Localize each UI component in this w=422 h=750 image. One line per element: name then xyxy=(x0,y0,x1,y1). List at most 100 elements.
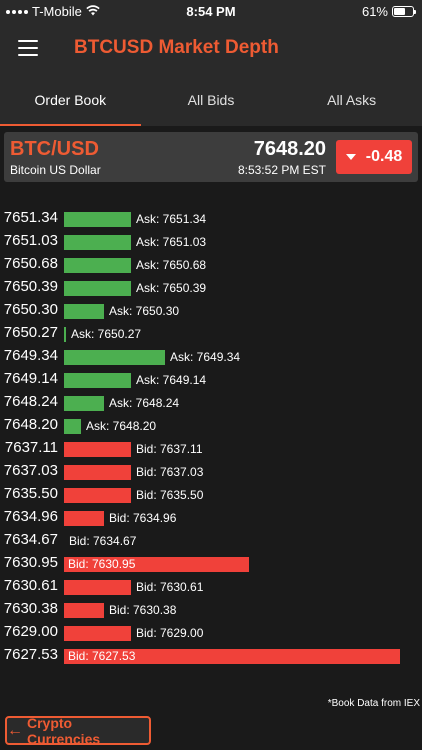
ask-depth-bar xyxy=(64,235,131,250)
order-book-row: 7648.20 Ask: 7648.20 xyxy=(0,415,422,438)
order-book-row: 7650.39 Ask: 7650.39 xyxy=(0,277,422,300)
order-price: 7629.00 xyxy=(3,623,58,640)
ticker-card: BTC/USD Bitcoin US Dollar 7648.20 8:53:5… xyxy=(4,132,418,182)
page-title: BTCUSD Market Depth xyxy=(74,37,279,58)
order-label: Ask: 7650.68 xyxy=(136,258,207,272)
order-book-row: 7627.53 Bid: 7627.53 xyxy=(0,645,422,668)
order-book-row: 7648.24 Ask: 7648.24 xyxy=(0,392,422,415)
bid-depth-bar xyxy=(64,465,131,480)
order-label: Bid: 7637.03 xyxy=(136,465,204,479)
order-price: 7651.03 xyxy=(3,232,58,249)
order-label: Bid: 7627.53 xyxy=(68,649,136,663)
order-label: Bid: 7634.96 xyxy=(109,511,177,525)
order-book-row: 7637.11 Bid: 7637.11 xyxy=(0,438,422,461)
battery-percent: 61% xyxy=(361,4,388,19)
ask-depth-bar xyxy=(64,350,165,365)
ticker-symbol: BTC/USD xyxy=(10,138,99,160)
bid-depth-bar xyxy=(64,626,131,641)
order-label: Ask: 7650.39 xyxy=(136,281,207,295)
data-source-note: *Book Data from IEX xyxy=(327,698,420,709)
tab-all-bids[interactable]: All Bids xyxy=(141,74,282,126)
order-label: Bid: 7630.38 xyxy=(109,603,177,617)
tab-order-book[interactable]: Order Book xyxy=(0,74,141,126)
order-price: 7630.38 xyxy=(3,600,58,617)
ticker-price: 7648.20 xyxy=(253,138,326,160)
order-price: 7651.34 xyxy=(3,209,58,226)
order-price: 7650.27 xyxy=(3,324,58,341)
bid-depth-bar xyxy=(64,580,131,595)
nav-bar: BTCUSD Market Depth xyxy=(0,24,422,74)
order-label: Bid: 7635.50 xyxy=(136,488,204,502)
ask-depth-bar xyxy=(64,281,131,296)
order-label: Bid: 7629.00 xyxy=(136,626,204,640)
order-book-row: 7629.00 Bid: 7629.00 xyxy=(0,622,422,645)
order-price: 7650.39 xyxy=(3,278,58,295)
order-label: Bid: 7630.61 xyxy=(136,580,204,594)
order-price: 7648.20 xyxy=(3,416,58,433)
order-price: 7650.30 xyxy=(3,301,58,318)
order-price: 7649.34 xyxy=(3,347,58,364)
order-label: Ask: 7650.27 xyxy=(71,327,142,341)
order-price: 7637.03 xyxy=(3,462,58,479)
crypto-currencies-button[interactable]: ← Crypto Currencies xyxy=(5,714,151,747)
order-book-row: 7651.03 Ask: 7651.03 xyxy=(0,231,422,254)
order-price: 7630.95 xyxy=(3,554,58,571)
order-price: 7634.96 xyxy=(3,508,58,525)
arrow-left-icon: ← xyxy=(7,721,23,739)
order-book-row: 7634.96 Bid: 7634.96 xyxy=(0,507,422,530)
order-label: Ask: 7649.14 xyxy=(136,373,207,387)
order-label: Bid: 7630.95 xyxy=(68,557,136,571)
tab-all-asks[interactable]: All Asks xyxy=(281,74,422,126)
order-label: Ask: 7648.20 xyxy=(86,419,157,433)
order-price: 7648.24 xyxy=(3,393,58,410)
order-price: 7627.53 xyxy=(3,646,58,663)
order-price: 7650.68 xyxy=(3,255,58,272)
order-price: 7637.11 xyxy=(4,439,58,456)
back-button-label: Crypto Currencies xyxy=(27,714,101,747)
caret-down-icon xyxy=(345,154,356,160)
order-book-row: 7650.27 Ask: 7650.27 xyxy=(0,323,422,346)
ask-depth-bar xyxy=(64,258,131,273)
ask-depth-bar xyxy=(64,327,66,342)
tab-bar: Order Book All Bids All Asks xyxy=(0,74,422,126)
order-book-row: 7635.50 Bid: 7635.50 xyxy=(0,484,422,507)
ask-depth-bar xyxy=(64,419,81,434)
order-label: Bid: 7637.11 xyxy=(136,442,203,456)
order-book-row: 7649.14 Ask: 7649.14 xyxy=(0,369,422,392)
ticker-time: 8:53:52 PM EST xyxy=(237,163,326,177)
order-price: 7634.67 xyxy=(3,531,58,548)
ask-depth-bar xyxy=(64,373,131,388)
bid-depth-bar xyxy=(64,511,104,526)
order-label: Ask: 7648.24 xyxy=(109,396,180,410)
battery-icon xyxy=(392,6,416,17)
order-label: Ask: 7649.34 xyxy=(170,350,241,364)
ask-depth-bar xyxy=(64,212,131,227)
order-label: Ask: 7651.34 xyxy=(136,212,207,226)
bid-depth-bar xyxy=(64,488,131,503)
order-label: Bid: 7634.67 xyxy=(69,534,137,548)
order-book: 7651.34 Ask: 7651.34 7651.03 Ask: 7651.03 76… xyxy=(0,208,422,668)
order-book-row: 7637.03 Bid: 7637.03 xyxy=(0,461,422,484)
price-change-badge[interactable]: -0.48 xyxy=(336,140,412,174)
order-book-row: 7650.30 Ask: 7650.30 xyxy=(0,300,422,323)
order-price: 7630.61 xyxy=(3,577,58,594)
ticker-name: Bitcoin US Dollar xyxy=(10,163,101,177)
order-book-row: 7630.61 Bid: 7630.61 xyxy=(0,576,422,599)
order-price: 7635.50 xyxy=(3,485,58,502)
ask-depth-bar xyxy=(64,396,104,411)
menu-icon[interactable] xyxy=(18,40,38,56)
bid-depth-bar xyxy=(64,442,131,457)
order-book-row: 7630.95 Bid: 7630.95 xyxy=(0,553,422,576)
order-label: Ask: 7651.03 xyxy=(136,235,207,249)
status-bar: T-Mobile 8:54 PM 61% xyxy=(0,0,422,24)
price-change-value: -0.48 xyxy=(365,148,403,165)
bid-depth-bar xyxy=(64,603,104,618)
order-price: 7649.14 xyxy=(3,370,58,387)
order-book-row: 7650.68 Ask: 7650.68 xyxy=(0,254,422,277)
ask-depth-bar xyxy=(64,304,104,319)
order-book-row: 7651.34 Ask: 7651.34 xyxy=(0,208,422,231)
order-label: Ask: 7650.30 xyxy=(109,304,180,318)
status-right: 61% xyxy=(361,4,416,19)
order-book-row: 7634.67 Bid: 7634.67 xyxy=(0,530,422,553)
order-book-row: 7649.34 Ask: 7649.34 xyxy=(0,346,422,369)
